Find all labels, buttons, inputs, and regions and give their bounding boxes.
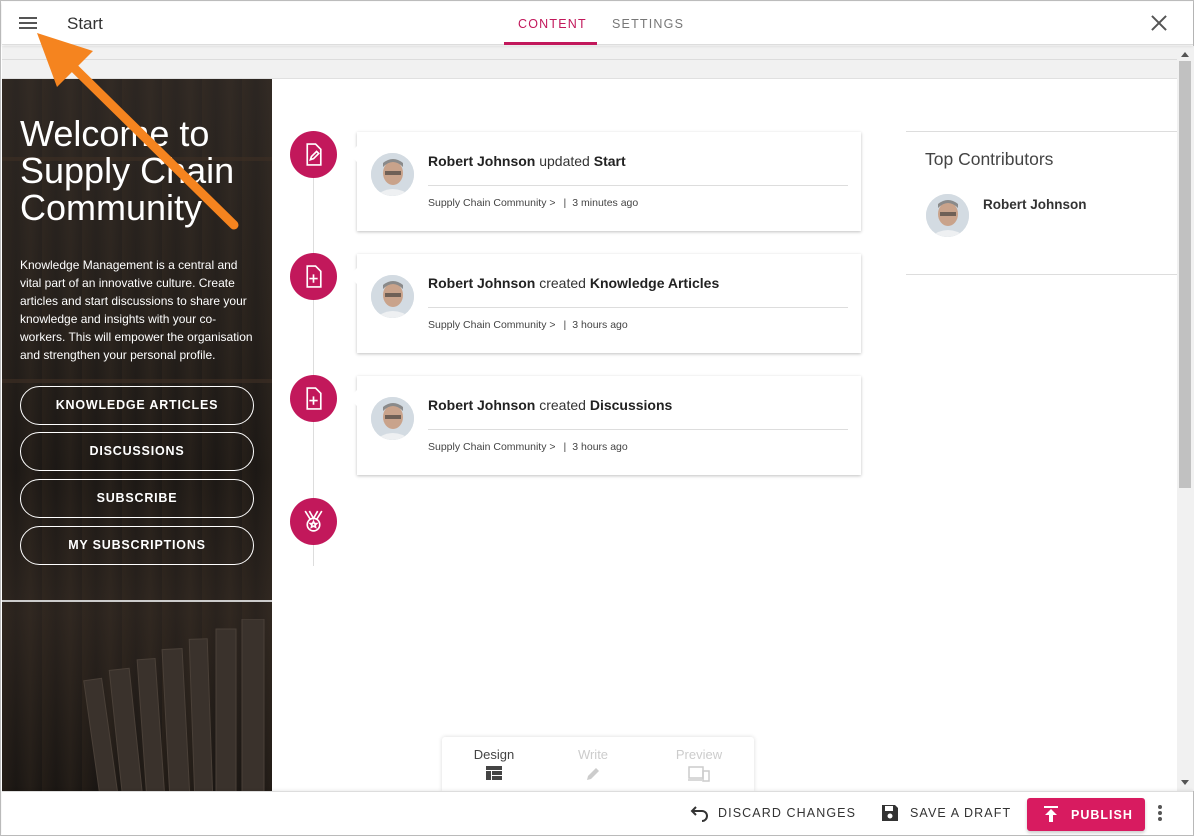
- app-window: Start CONTENT SETTINGS Welcome to Supply…: [0, 0, 1194, 836]
- active-tab-indicator: [504, 42, 597, 45]
- vertical-scrollbar[interactable]: [1177, 46, 1194, 791]
- community-link[interactable]: Supply Chain Community >: [428, 319, 556, 331]
- page-title: Start: [67, 14, 103, 33]
- publish-icon: [1044, 806, 1058, 822]
- card-divider: [428, 307, 848, 308]
- close-icon[interactable]: [1149, 13, 1169, 33]
- save-draft-label: SAVE A DRAFT: [910, 806, 1012, 820]
- activity-card[interactable]: Robert Johnson updated Start Supply Chai…: [349, 132, 861, 231]
- top-contributors-panel: Top Contributors Robert Johnson: [906, 131, 1177, 275]
- scrollbar-thumb[interactable]: [1179, 61, 1191, 488]
- activity-card[interactable]: Robert Johnson created Discussions Suppl…: [349, 376, 861, 475]
- timeline-edit-document-icon: [290, 131, 337, 178]
- mode-design[interactable]: Design: [449, 747, 539, 780]
- activity-meta: Supply Chain Community > | 3 hours ago: [428, 319, 628, 331]
- top-contributors-title: Top Contributors: [925, 149, 1054, 169]
- save-icon: [882, 805, 898, 821]
- tab-content[interactable]: CONTENT: [518, 17, 587, 31]
- my-subscriptions-button[interactable]: MY SUBSCRIPTIONS: [20, 526, 254, 565]
- activity-meta: Supply Chain Community > | 3 hours ago: [428, 441, 628, 453]
- activity-user[interactable]: Robert Johnson: [428, 275, 535, 291]
- community-link[interactable]: Supply Chain Community >: [428, 441, 556, 453]
- pencil-icon: [587, 768, 599, 780]
- bottom-action-bar: DISCARD CHANGES SAVE A DRAFT PUBLISH: [2, 791, 1193, 835]
- top-bar: Start CONTENT SETTINGS: [2, 2, 1193, 45]
- hamburger-menu-icon[interactable]: [16, 14, 40, 34]
- activity-action: created: [539, 275, 586, 291]
- activity-title: Robert Johnson created Discussions: [428, 397, 672, 413]
- contributor-name[interactable]: Robert Johnson: [983, 197, 1087, 212]
- publish-button[interactable]: PUBLISH: [1027, 798, 1145, 831]
- avatar: [371, 397, 414, 440]
- mode-write-label: Write: [577, 747, 609, 762]
- activity-title: Robert Johnson created Knowledge Article…: [428, 275, 719, 291]
- save-draft-button[interactable]: SAVE A DRAFT: [881, 805, 1012, 821]
- discussions-button[interactable]: DISCUSSIONS: [20, 432, 254, 471]
- discard-changes-button[interactable]: DISCARD CHANGES: [689, 806, 857, 822]
- timeline-add-document-icon: [290, 253, 337, 300]
- scroll-up-arrow-icon[interactable]: [1181, 52, 1189, 57]
- activity-meta: Supply Chain Community > | 3 minutes ago: [428, 197, 639, 209]
- devices-icon: [688, 766, 710, 782]
- card-divider: [428, 429, 848, 430]
- discard-changes-label: DISCARD CHANGES: [718, 806, 857, 820]
- activity-card[interactable]: Robert Johnson created Knowledge Article…: [349, 254, 861, 353]
- tab-settings[interactable]: SETTINGS: [612, 17, 684, 31]
- activity-time: 3 hours ago: [572, 441, 628, 453]
- activity-action: created: [539, 397, 586, 413]
- avatar: [371, 275, 414, 318]
- hero-title: Welcome to Supply Chain Community: [20, 113, 235, 228]
- activity-time: 3 hours ago: [572, 319, 628, 331]
- mode-write[interactable]: Write: [548, 747, 638, 782]
- timeline-add-document-icon: [290, 375, 337, 422]
- community-link[interactable]: Supply Chain Community >: [428, 197, 556, 209]
- scroll-down-arrow-icon[interactable]: [1181, 780, 1189, 785]
- activity-time: 3 minutes ago: [572, 197, 639, 209]
- mode-preview[interactable]: Preview: [654, 747, 744, 782]
- hero-panel: Welcome to Supply Chain Community Knowle…: [2, 79, 272, 791]
- activity-user[interactable]: Robert Johnson: [428, 153, 535, 169]
- activity-target[interactable]: Discussions: [590, 397, 672, 413]
- activity-target[interactable]: Start: [594, 153, 626, 169]
- medal-icon: [290, 498, 337, 545]
- undo-icon: [690, 806, 708, 822]
- avatar[interactable]: [926, 194, 969, 237]
- activity-title: Robert Johnson updated Start: [428, 153, 626, 169]
- mode-switcher: Design Write Preview: [442, 737, 754, 791]
- subscribe-button[interactable]: SUBSCRIBE: [20, 479, 254, 518]
- activity-action: updated: [539, 153, 590, 169]
- hero-divider: [2, 600, 272, 602]
- layout-icon: [486, 766, 502, 780]
- card-divider: [428, 185, 848, 186]
- books-background-image: [83, 619, 265, 791]
- mode-preview-label: Preview: [675, 747, 723, 762]
- hero-description: Knowledge Management is a central and vi…: [20, 258, 253, 362]
- knowledge-articles-button[interactable]: KNOWLEDGE ARTICLES: [20, 386, 254, 425]
- editor-toolbar-strip: [2, 46, 1177, 79]
- activity-user[interactable]: Robert Johnson: [428, 397, 535, 413]
- more-options-icon[interactable]: [1156, 805, 1164, 825]
- mode-design-label: Design: [473, 747, 515, 762]
- avatar: [371, 153, 414, 196]
- activity-target[interactable]: Knowledge Articles: [590, 275, 719, 291]
- publish-label: PUBLISH: [1071, 808, 1133, 822]
- shelf-decoration: [2, 379, 272, 383]
